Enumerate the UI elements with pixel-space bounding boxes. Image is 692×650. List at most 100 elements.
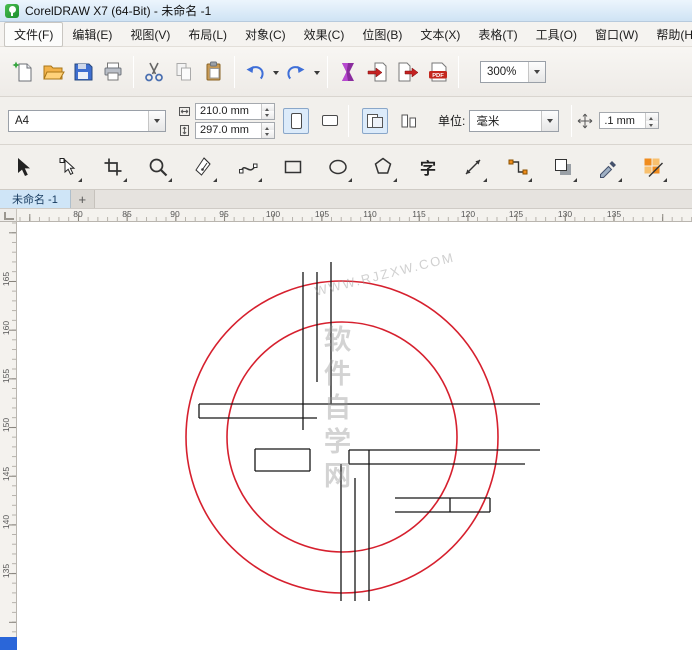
units-dropdown-arrow[interactable] — [541, 110, 559, 131]
page-size-dropdown-arrow[interactable] — [148, 110, 165, 131]
vertical-ruler[interactable]: 165 160 155 150 145 140 135 — [0, 222, 17, 650]
menu-item-window[interactable]: 窗口(W) — [586, 23, 647, 46]
bottom-left-blue-badge[interactable] — [0, 637, 17, 650]
dimension-tool[interactable] — [456, 149, 490, 185]
toolbar-separator — [234, 55, 235, 88]
document-tab-active[interactable]: 未命名 -1 — [0, 190, 71, 208]
v-ruler-number: 140 — [1, 514, 11, 530]
menu-item-layout[interactable]: 布局(L) — [179, 23, 236, 46]
connector-tool[interactable] — [501, 149, 535, 185]
text-tool[interactable]: 字 — [411, 149, 445, 185]
menu-item-text[interactable]: 文本(X) — [411, 23, 469, 46]
nudge-offset-icon — [578, 113, 593, 128]
open-folder-icon — [43, 65, 65, 79]
propbar-separator — [571, 104, 573, 137]
menu-item-object[interactable]: 对象(C) — [236, 23, 295, 46]
undo-icon — [246, 65, 264, 79]
page-dimensions-group: 210.0 mm 297.0 mm — [178, 102, 275, 139]
freehand-pen-tool[interactable] — [186, 149, 220, 185]
zoom-level-combobox[interactable]: 300% — [480, 60, 546, 83]
standard-toolbar: PDF 300% — [0, 47, 692, 97]
print-button[interactable] — [98, 54, 128, 90]
new-tab-button[interactable]: + — [70, 190, 95, 208]
h-ruler-number: 95 — [219, 209, 229, 219]
page-height-value: 297.0 mm — [200, 124, 249, 136]
menu-item-file[interactable]: 文件(F) — [4, 21, 64, 47]
cut-button[interactable] — [139, 54, 169, 90]
menu-item-tools[interactable]: 工具(O) — [527, 23, 586, 46]
units-combobox[interactable]: 毫米 — [469, 109, 560, 132]
crop-icon — [104, 158, 122, 176]
new-document-icon — [12, 61, 32, 81]
v-ruler-number: 155 — [1, 368, 11, 384]
undo-button[interactable] — [240, 54, 270, 90]
drawing-canvas[interactable]: WWW.RJZXW.COM 软件自学网 — [17, 222, 692, 650]
ellipse-tool[interactable] — [321, 149, 355, 185]
import-button[interactable] — [363, 54, 393, 90]
zoom-dropdown-arrow[interactable] — [528, 61, 545, 82]
menu-item-bitmaps[interactable]: 位图(B) — [353, 23, 411, 46]
page-width-field[interactable]: 210.0 mm — [195, 102, 275, 120]
connector-icon — [508, 159, 528, 175]
new-document-button[interactable] — [8, 54, 38, 90]
paste-button[interactable] — [199, 54, 229, 90]
menu-item-effects[interactable]: 效果(C) — [295, 23, 354, 46]
horizontal-ruler[interactable]: 80 85 90 95 100 105 110 115 120 125 130 … — [17, 209, 692, 222]
all-pages-button[interactable] — [362, 107, 388, 134]
open-button[interactable] — [38, 54, 68, 90]
redo-dropdown[interactable] — [311, 54, 322, 90]
drop-shadow-icon — [555, 159, 571, 175]
page-height-field[interactable]: 297.0 mm — [195, 121, 275, 139]
redo-button[interactable] — [281, 54, 311, 90]
portrait-button[interactable] — [283, 107, 309, 134]
publish-pdf-button[interactable]: PDF — [423, 54, 453, 90]
zoom-tool[interactable] — [141, 149, 175, 185]
app-launcher-button[interactable] — [333, 54, 363, 90]
current-page-button[interactable] — [396, 108, 422, 134]
units-value: 毫米 — [476, 115, 500, 128]
paste-clipboard-icon — [206, 61, 221, 80]
eyedropper-tool[interactable] — [591, 149, 625, 185]
menu-item-edit[interactable]: 编辑(E) — [63, 23, 121, 46]
new-tab-glyph: + — [78, 191, 87, 207]
rectangle-tool[interactable] — [276, 149, 310, 185]
interactive-fill-tool[interactable] — [636, 149, 670, 185]
menu-item-help[interactable]: 帮助(H) — [647, 23, 692, 46]
pick-cursor-icon — [18, 158, 30, 176]
page-width-spinner[interactable] — [261, 103, 274, 119]
toolbar-separator — [133, 55, 134, 88]
drop-shadow-tool[interactable] — [546, 149, 580, 185]
ellipse-icon — [329, 159, 347, 175]
ruler-origin-corner[interactable] — [0, 209, 17, 222]
export-icon — [398, 62, 419, 81]
pdf-label: PDF — [432, 72, 444, 78]
h-ruler-number: 115 — [412, 209, 426, 219]
document-tab-bar: 未命名 -1 + — [0, 190, 692, 209]
landscape-button[interactable] — [317, 108, 343, 134]
crop-tool[interactable] — [96, 149, 130, 185]
h-ruler-number: 135 — [606, 209, 622, 219]
h-ruler-number: 105 — [314, 209, 330, 219]
menu-item-table[interactable]: 表格(T) — [469, 23, 526, 46]
export-button[interactable] — [393, 54, 423, 90]
h-ruler-number: 85 — [122, 209, 132, 219]
page-height-spinner[interactable] — [261, 122, 274, 138]
pick-tool[interactable] — [6, 149, 40, 185]
current-page-icon — [401, 114, 416, 127]
polygon-tool[interactable] — [366, 149, 400, 185]
page-size-combobox[interactable]: A4 — [8, 109, 166, 132]
bezier-tool[interactable] — [231, 149, 265, 185]
cut-scissors-icon — [145, 62, 163, 81]
page-width-icon — [179, 106, 190, 116]
copy-button[interactable] — [169, 54, 199, 90]
logo-drawing — [185, 262, 540, 601]
nudge-offset-field[interactable]: .1 mm — [599, 112, 660, 129]
shape-tool[interactable] — [51, 149, 85, 185]
nudge-spinner[interactable] — [645, 113, 659, 128]
undo-dropdown[interactable] — [270, 54, 281, 90]
menu-item-view[interactable]: 视图(V) — [121, 23, 179, 46]
window-title: CorelDRAW X7 (64-Bit) - 未命名 -1 — [25, 4, 212, 18]
save-button[interactable] — [68, 54, 98, 90]
landscape-icon — [322, 115, 338, 126]
toolbar-separator — [458, 55, 459, 88]
